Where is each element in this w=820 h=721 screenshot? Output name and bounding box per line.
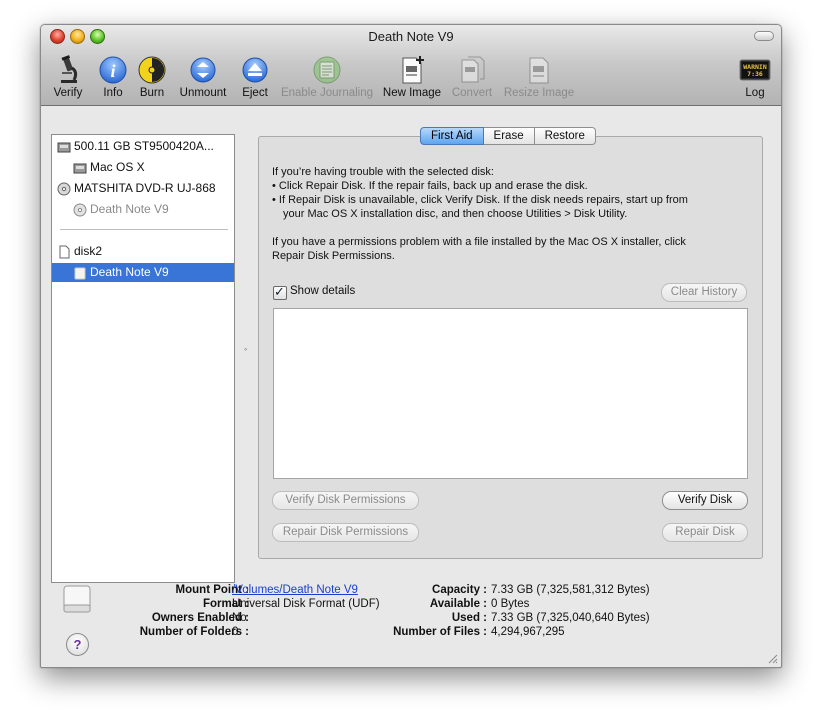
- info-icon: i: [99, 56, 127, 84]
- toolbar-label: Unmount: [179, 87, 227, 99]
- disk-utility-window: Death Note V9 Verify i Info Burn Unmount…: [40, 24, 782, 668]
- toolbar-label: Log: [745, 87, 765, 99]
- sidebar-separator: [60, 229, 228, 230]
- verify-disk-permissions-button[interactable]: Verify Disk Permissions: [272, 491, 419, 510]
- permissions-instructions: If you have a permissions problem with a…: [272, 236, 686, 248]
- volume-icon: [73, 163, 87, 174]
- window-title: Death Note V9: [368, 29, 454, 44]
- enable-journaling-toolbar-button[interactable]: Enable Journaling: [279, 53, 375, 101]
- info-toolbar-button[interactable]: i Info: [93, 53, 133, 101]
- tab-first-aid[interactable]: First Aid: [420, 127, 484, 145]
- journaling-icon: [313, 56, 341, 84]
- toolbar-label: Convert: [451, 87, 493, 99]
- sidebar-item-mac-os-x[interactable]: Mac OS X: [52, 158, 234, 177]
- toolbar-label: Enable Journaling: [280, 87, 374, 99]
- toolbar-label: Info: [103, 87, 123, 99]
- svg-text:7:36: 7:36: [747, 70, 763, 78]
- resize-grip-icon[interactable]: [766, 652, 778, 664]
- number-of-folders-key: Number of Folders :: [139, 626, 249, 638]
- help-button[interactable]: ?: [66, 633, 89, 656]
- sidebar-item-disk2[interactable]: disk2: [52, 242, 234, 261]
- question-mark-icon: ?: [73, 637, 82, 652]
- hard-drive-icon: [57, 142, 71, 153]
- number-of-files-key: Number of Files :: [393, 626, 487, 638]
- show-details-checkbox[interactable]: [273, 284, 287, 300]
- sidebar-item-label: MATSHITA DVD-R UJ-868: [74, 181, 216, 195]
- title-bar: Death Note V9 Verify i Info Burn Unmount…: [41, 25, 781, 106]
- split-view-handle[interactable]: ◦: [244, 344, 247, 354]
- sidebar-item-death-note-disc[interactable]: Death Note V9: [52, 200, 234, 219]
- repair-disk-permissions-button[interactable]: Repair Disk Permissions: [272, 523, 419, 542]
- log-icon: WARNIN 7:36: [739, 59, 771, 81]
- convert-toolbar-button[interactable]: Convert: [449, 53, 495, 101]
- log-toolbar-button[interactable]: WARNIN 7:36 Log: [735, 53, 775, 101]
- owners-enabled-value: No: [232, 612, 247, 624]
- disk-list-sidebar[interactable]: 500.11 GB ST9500420A... Mac OS X MATSHIT…: [51, 134, 235, 583]
- svg-text:i: i: [110, 61, 115, 81]
- clear-history-button[interactable]: Clear History: [661, 283, 747, 302]
- mount-point-link[interactable]: /Volumes/Death Note V9: [232, 584, 358, 596]
- instructions-bullet-2: • If Repair Disk is unavailable, click V…: [272, 194, 688, 206]
- available-key: Available :: [429, 598, 487, 610]
- show-details-label: Show details: [290, 285, 356, 297]
- capacity-key: Capacity :: [432, 584, 487, 596]
- toolbar-toggle-button[interactable]: [754, 31, 774, 41]
- number-of-files-value: 4,294,967,295: [491, 626, 565, 638]
- microscope-icon: [61, 55, 78, 83]
- capacity-value: 7.33 GB (7,325,581,312 Bytes): [491, 584, 650, 596]
- volume-icon: [74, 267, 86, 280]
- burn-toolbar-button[interactable]: Burn: [133, 53, 171, 101]
- new-image-toolbar-button[interactable]: New Image: [381, 53, 443, 101]
- convert-icon: [461, 56, 485, 83]
- format-key: Format :: [203, 598, 249, 610]
- mount-point-key: Mount Point :: [175, 584, 249, 596]
- instructions-intro: If you’re having trouble with the select…: [272, 166, 494, 178]
- unmount-icon: [190, 57, 216, 83]
- sidebar-item-death-note-volume[interactable]: Death Note V9: [52, 263, 234, 282]
- toolbar-label: Eject: [242, 87, 268, 99]
- verify-disk-button[interactable]: Verify Disk: [662, 491, 748, 510]
- sidebar-item-dvd-drive[interactable]: MATSHITA DVD-R UJ-868: [52, 179, 234, 198]
- sidebar-item-label: Mac OS X: [90, 160, 145, 174]
- new-image-icon: [402, 56, 424, 84]
- instructions-bullet-1: • Click Repair Disk. If the repair fails…: [272, 180, 588, 192]
- resize-image-toolbar-button[interactable]: Resize Image: [501, 53, 577, 101]
- sidebar-item-label: disk2: [74, 244, 103, 258]
- toolbar-label: New Image: [382, 87, 442, 99]
- tab-bar: First Aid Erase Restore: [420, 127, 596, 145]
- toolbar-label: Verify: [53, 87, 83, 99]
- details-log-area[interactable]: [273, 308, 748, 479]
- verify-toolbar-button[interactable]: Verify: [45, 53, 91, 101]
- eject-toolbar-button[interactable]: Eject: [235, 53, 275, 101]
- toolbar-label: Resize Image: [503, 87, 575, 99]
- number-of-folders-value: 0: [232, 626, 239, 638]
- used-key: Used :: [451, 612, 487, 624]
- eject-icon: [242, 57, 268, 83]
- unmount-toolbar-button[interactable]: Unmount: [175, 53, 231, 101]
- owners-enabled-key: Owners Enabled :: [151, 612, 249, 624]
- disk-image-icon: [59, 245, 70, 259]
- sidebar-item-label: Death Note V9: [90, 265, 169, 279]
- used-value: 7.33 GB (7,325,040,640 Bytes): [491, 612, 650, 624]
- repair-disk-button[interactable]: Repair Disk: [662, 523, 748, 542]
- tab-erase[interactable]: Erase: [483, 127, 535, 145]
- disc-icon: [73, 203, 87, 217]
- sidebar-item-hard-drive[interactable]: 500.11 GB ST9500420A...: [52, 137, 234, 156]
- resize-image-icon: [529, 57, 549, 84]
- optical-drive-icon: [57, 182, 71, 196]
- sidebar-item-label: Death Note V9: [90, 202, 169, 216]
- sidebar-item-label: 500.11 GB ST9500420A...: [74, 139, 214, 153]
- available-value: 0 Bytes: [491, 598, 530, 610]
- toolbar-label: Burn: [139, 87, 165, 99]
- permissions-instructions-cont: Repair Disk Permissions.: [272, 250, 395, 262]
- volume-large-icon: [63, 585, 91, 613]
- instructions-bullet-2-cont: your Mac OS X installation disc, and the…: [283, 208, 628, 220]
- burn-icon: [138, 56, 166, 84]
- tab-restore[interactable]: Restore: [534, 127, 596, 145]
